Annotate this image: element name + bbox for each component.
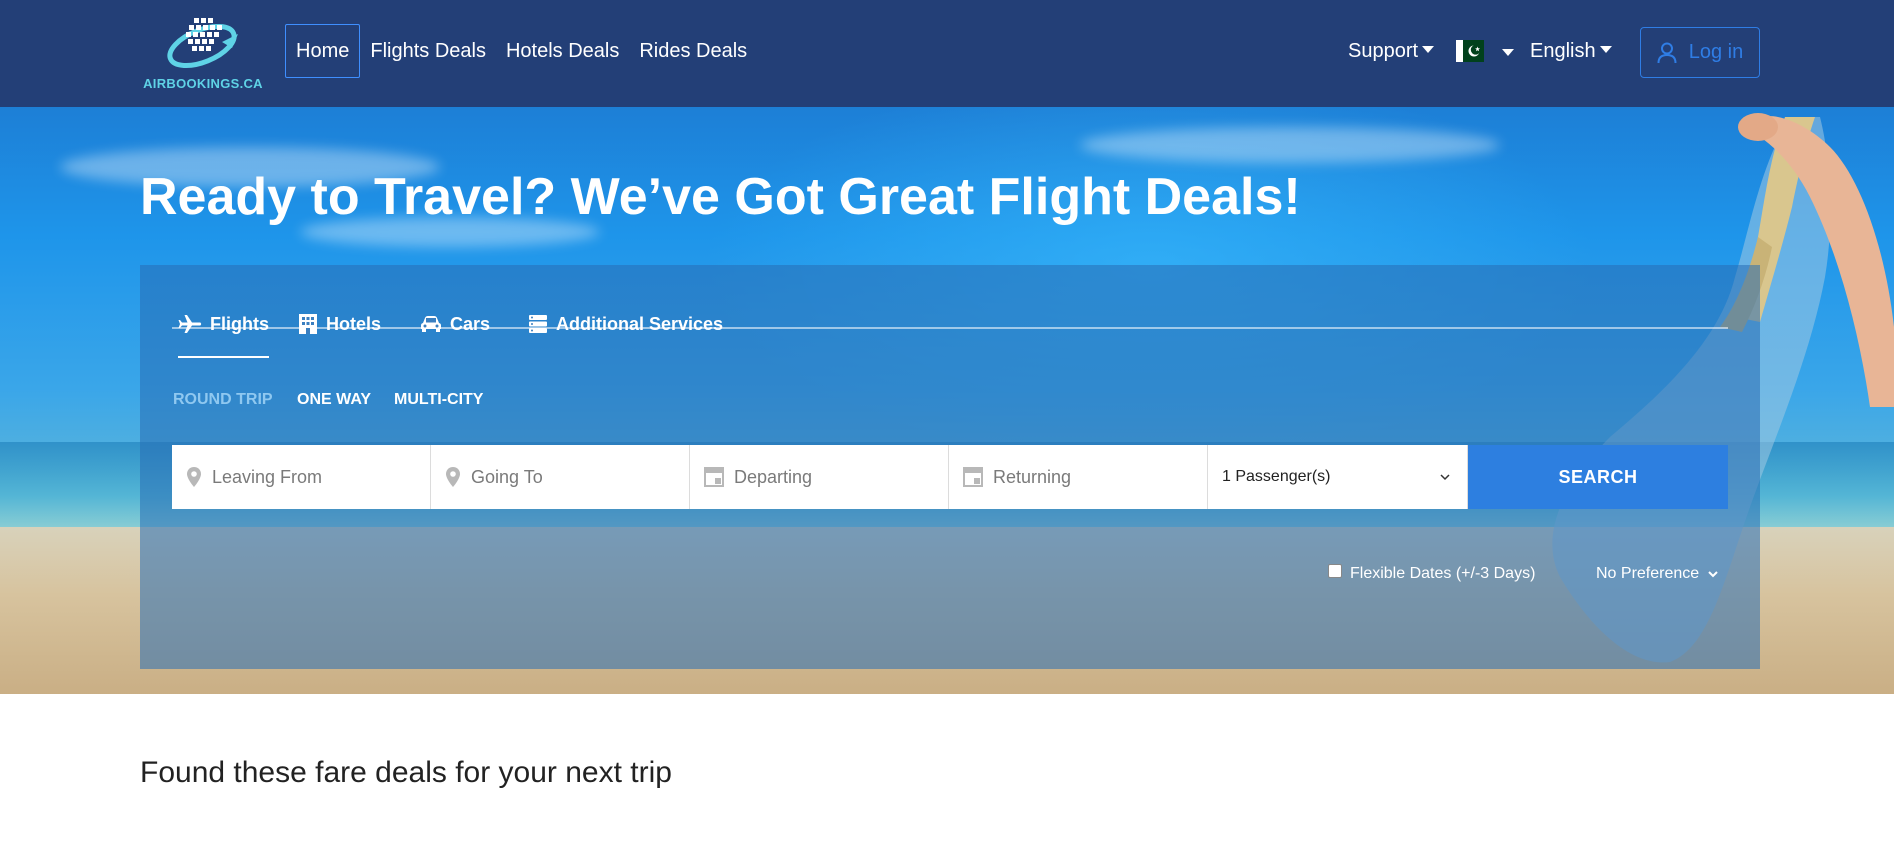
deals-section-title: Found these fare deals for your next tri… (140, 756, 672, 789)
country-chevron-down-icon[interactable] (1502, 49, 1514, 56)
services-icon (529, 315, 547, 333)
hotel-icon (299, 314, 317, 334)
brand-name: AIRBOOKINGS.CA (143, 76, 263, 91)
leaving-from-placeholder: Leaving From (212, 466, 323, 487)
leaving-from-field[interactable]: Leaving From (172, 445, 431, 509)
passengers-select[interactable]: 1 Passenger(s) (1208, 445, 1468, 509)
tab-hotels[interactable]: Hotels (298, 309, 381, 339)
flexible-dates-option[interactable]: Flexible Dates (+/-3 Days) (1328, 564, 1536, 583)
trip-multi-city[interactable]: MULTI-CITY (394, 391, 483, 409)
departing-date-field[interactable]: Departing (690, 445, 949, 509)
tab-cars[interactable]: Cars (420, 309, 490, 339)
language-dropdown[interactable]: English (1530, 40, 1612, 63)
map-pin-icon (446, 467, 460, 487)
nav-hotels-deals[interactable]: Hotels Deals (496, 24, 629, 78)
login-button[interactable]: Log in (1640, 27, 1760, 78)
flexible-dates-label: Flexible Dates (+/-3 Days) (1350, 565, 1536, 582)
support-label: Support (1348, 40, 1419, 62)
passengers-value: 1 Passenger(s) (1222, 468, 1331, 485)
going-to-placeholder: Going To (471, 466, 543, 487)
trip-round-trip[interactable]: ROUND TRIP (173, 391, 273, 409)
returning-placeholder: Returning (993, 466, 1072, 487)
returning-date-field[interactable]: Returning (949, 445, 1208, 509)
nav-rides-deals[interactable]: Rides Deals (629, 24, 757, 78)
plane-icon (178, 315, 202, 333)
cloud (1080, 127, 1500, 163)
globe-logo-icon (167, 18, 238, 69)
search-button[interactable]: SEARCH (1468, 445, 1728, 509)
main-nav: Home Flights Deals Hotels Deals Rides De… (285, 24, 757, 78)
calendar-icon (963, 467, 983, 487)
nav-home[interactable]: Home (285, 24, 361, 78)
calendar-icon (704, 467, 724, 487)
chevron-down-icon (1422, 46, 1435, 54)
language-label: English (1530, 40, 1596, 62)
flexible-dates-checkbox[interactable] (1328, 564, 1342, 578)
car-icon (421, 316, 441, 332)
chevron-down-icon (1599, 46, 1612, 54)
hero-title: Ready to Travel? We’ve Got Great Flight … (140, 168, 1301, 226)
pakistan-flag-icon[interactable] (1456, 40, 1484, 62)
tab-flights[interactable]: Flights (178, 309, 269, 358)
going-to-field[interactable]: Going To (431, 445, 690, 509)
nav-flights-deals[interactable]: Flights Deals (360, 24, 496, 78)
login-label: Log in (1688, 41, 1744, 63)
brand-logo[interactable]: AIRBOOKINGS.CA (140, 12, 266, 92)
tab-hotels-label: Hotels (326, 313, 382, 334)
search-panel: Flights Hotels Cars Additional Services … (140, 265, 1760, 669)
tab-additional-services-label: Additional Services (556, 313, 724, 334)
tab-cars-label: Cars (450, 313, 491, 334)
preference-label: No Preference (1596, 565, 1700, 582)
support-dropdown[interactable]: Support (1348, 40, 1435, 63)
chevron-down-icon (1440, 474, 1450, 481)
preference-dropdown[interactable]: No Preference (1596, 565, 1719, 583)
tab-flights-label: Flights (210, 313, 269, 334)
hero-banner: Ready to Travel? We’ve Got Great Flight … (0, 107, 1894, 694)
map-pin-icon (187, 467, 201, 487)
search-fields: Leaving From Going To Departing Returnin… (172, 445, 1728, 509)
tab-additional-services[interactable]: Additional Services (528, 309, 723, 339)
trip-one-way[interactable]: ONE WAY (297, 391, 371, 409)
chevron-down-icon (1708, 571, 1718, 578)
top-navbar: AIRBOOKINGS.CA Home Flights Deals Hotels… (0, 0, 1894, 107)
search-tabs: Flights Hotels Cars Additional Services (172, 309, 1728, 358)
departing-placeholder: Departing (734, 466, 813, 487)
user-icon (1657, 42, 1677, 63)
